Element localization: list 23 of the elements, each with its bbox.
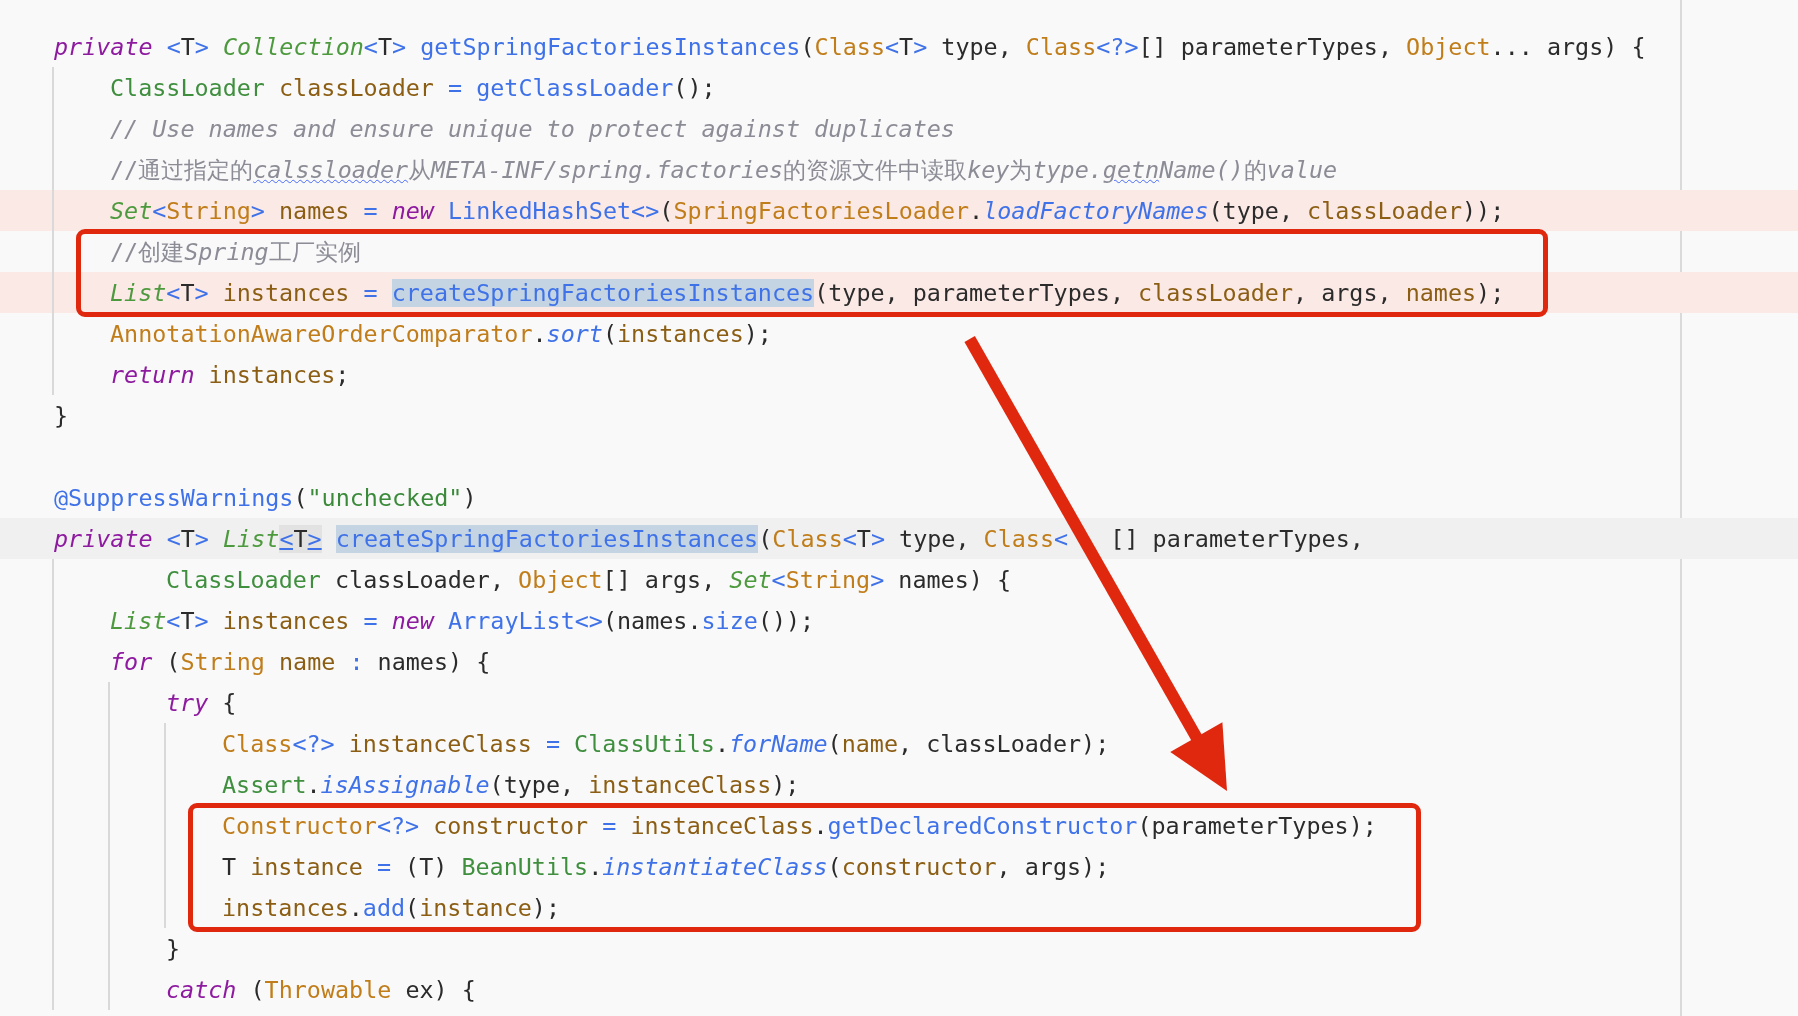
code-line: Set<String> names = new LinkedHashSet<>(SpringFactoriesLoader.loadFactoryNames(type, classLoader)); [110, 195, 1505, 226]
code-line: AnnotationAwareOrderComparator.sort(instances); [110, 318, 772, 349]
code-line: ClassLoader classLoader = getClassLoader(); [110, 72, 716, 103]
code-line: ClassLoader classLoader, Object[] args, Set<String> names) { [166, 564, 1011, 595]
code-line: private <T> List<T> createSpringFactoriesInstances(Class<T> type, Class< [] parameterTypes, [54, 523, 1364, 554]
code-line: private <T> Collection<T> getSpringFactoriesInstances(Class<T> type, Class<?>[] parameterTypes, Object... args) { [54, 31, 1646, 62]
code-line: Constructor<?> constructor = instanceClass.getDeclaredConstructor(parameterTypes); [222, 810, 1377, 841]
code-line: try { [166, 687, 237, 718]
code-line: @SuppressWarnings("unchecked") [54, 482, 477, 513]
code-line: } [166, 933, 181, 964]
code-line: List<T> instances = createSpringFactoriesInstances(type, parameterTypes, classLoader, args, names); [110, 277, 1505, 308]
code-line: return instances; [110, 359, 350, 390]
code-line: Class<?> instanceClass = ClassUtils.forName(name, classLoader); [222, 728, 1110, 759]
code-comment: // Use names and ensure unique to protect against duplicates [110, 113, 955, 144]
code-comment: //创建Spring工厂实例 [110, 236, 361, 267]
code-comment: //通过指定的calssloader从META-INF/spring.factories的资源文件中读取key为 type.getnName()的value [110, 154, 1338, 185]
code-line: instances.add(instance); [222, 892, 561, 923]
code-line: T instance = (T) BeanUtils.instantiateClass(constructor, args); [222, 851, 1110, 882]
code-line: } [54, 400, 69, 431]
code-line: catch (Throwable ex) { [166, 974, 476, 1005]
code-line: for (String name : names) { [110, 646, 491, 677]
code-line: Assert.isAssignable(type, instanceClass); [222, 769, 800, 800]
code-line: List<T> instances = new ArrayList<>(names.size()); [110, 605, 815, 636]
